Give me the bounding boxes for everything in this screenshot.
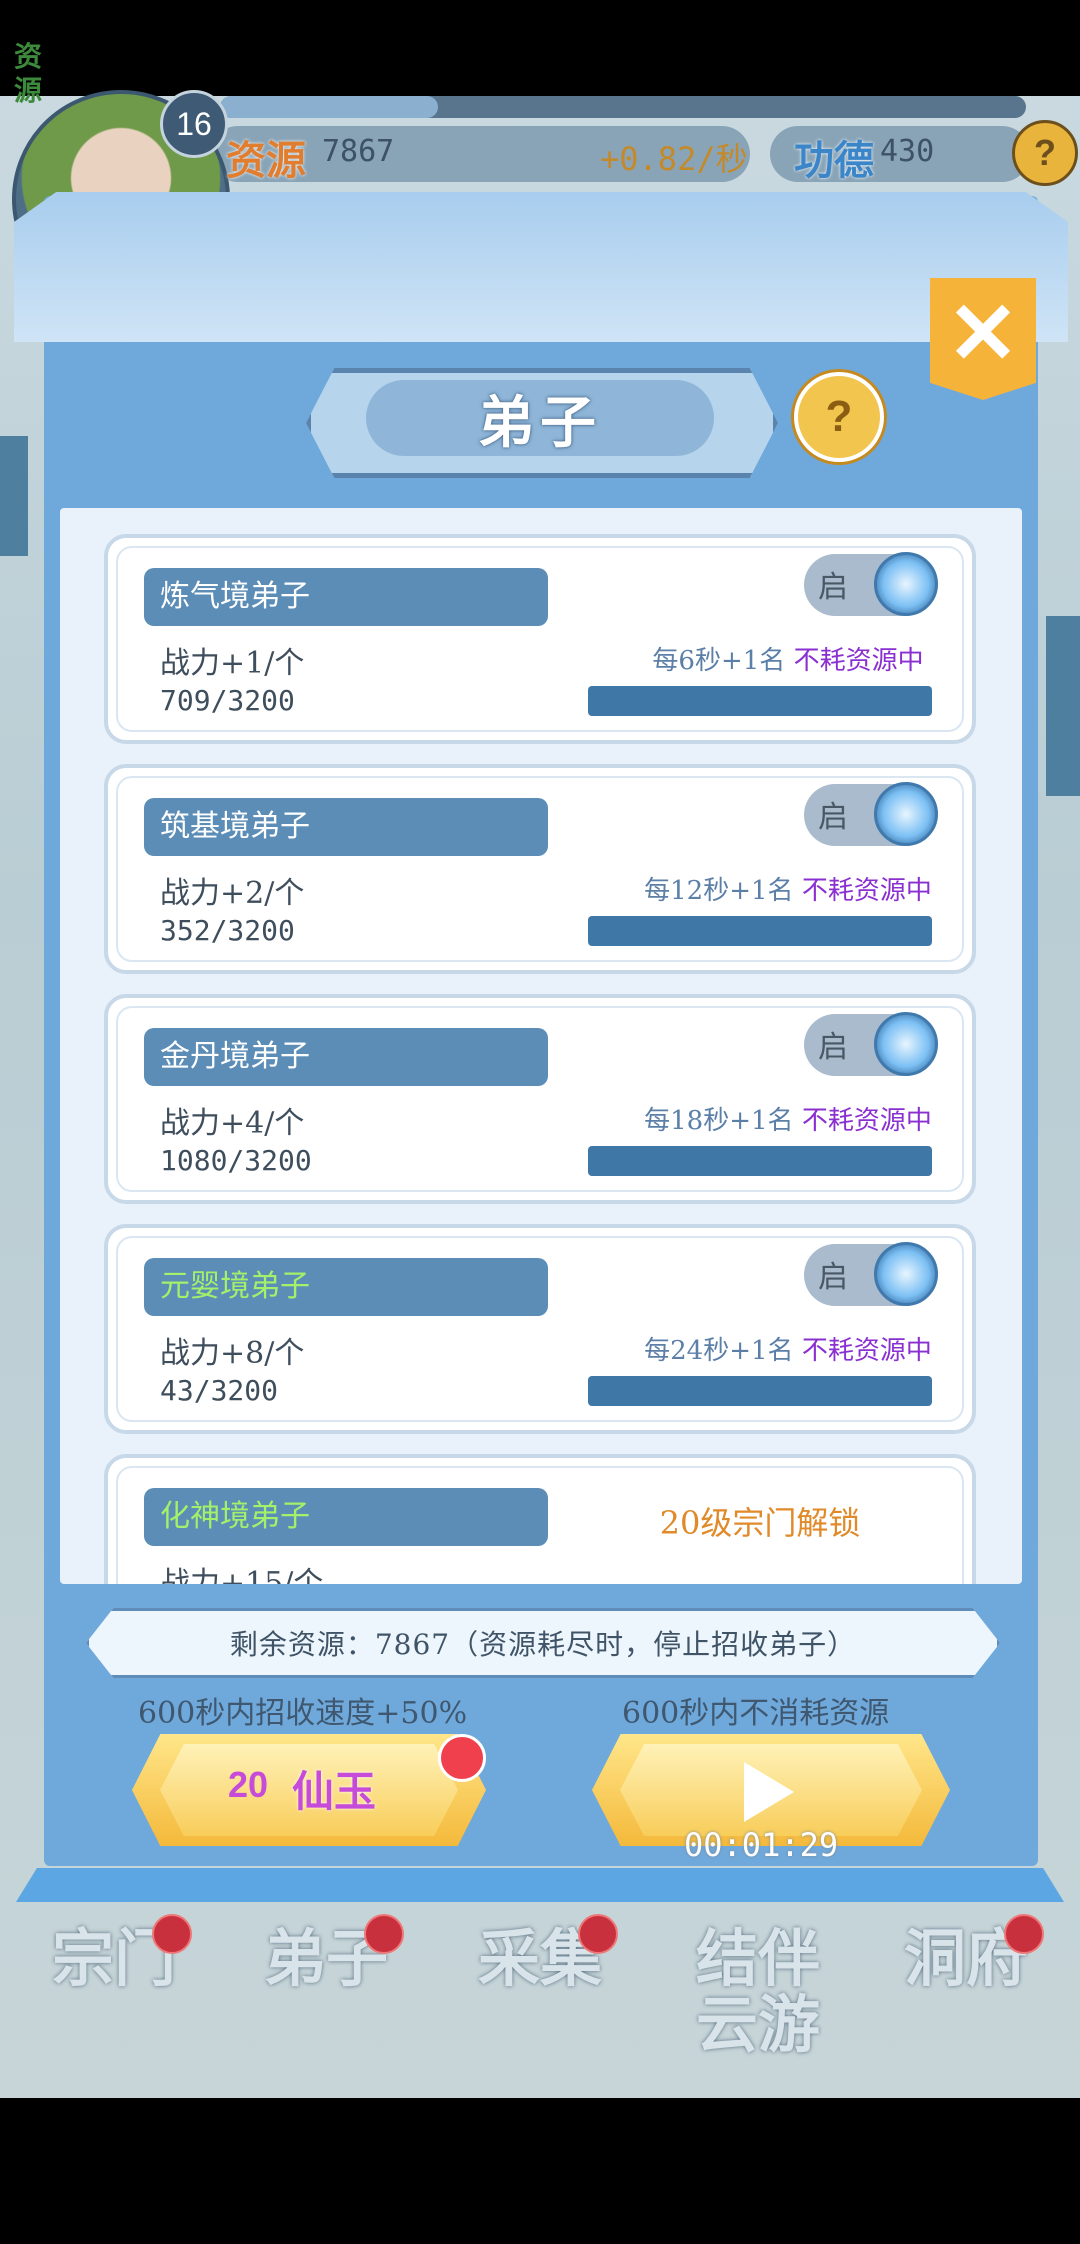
toggle-knob (874, 552, 938, 616)
rate-status: 不耗资源中 (801, 876, 932, 906)
rate-status: 不耗资源中 (801, 1106, 932, 1136)
hud-help-icon[interactable]: ? (1012, 120, 1078, 186)
resource-label: 资源 (226, 137, 306, 184)
recruit-rate: 每6秒+1名 不耗资源中 (608, 640, 968, 677)
nav-disciple-button[interactable]: 弟子 (252, 1914, 404, 2072)
toggle-label: 启 (818, 800, 848, 835)
nav-cave-button[interactable]: 洞府 (892, 1914, 1044, 2072)
nav-gather-button[interactable]: 采集 (466, 1914, 618, 2072)
disciple-card-zhuji: 筑基境弟子 战力+2/个 352/3200 启 每12秒+1名 不耗资源中 (104, 764, 976, 974)
side-decoration (1046, 616, 1080, 796)
rate-text: 每18秒+1名 (644, 1106, 794, 1136)
notification-dot (364, 1914, 404, 1954)
disciple-count: 1080/3200 (160, 1144, 312, 1177)
level-badge: 16 (160, 90, 228, 158)
disciple-count: 352/3200 (160, 914, 295, 947)
free-boost-label: 600秒内不消耗资源 (622, 1696, 890, 1731)
rate-status: 不耗资源中 (801, 1336, 932, 1366)
disciple-list[interactable]: 炼气境弟子 战力+1/个 709/3200 启 每6秒+1名 不耗资源中 筑基境… (60, 508, 1022, 1584)
modal-header-band (14, 192, 1068, 342)
recruit-progress-bar (588, 1146, 932, 1176)
notification-dot (438, 1734, 486, 1782)
experience-bar (220, 96, 1026, 118)
nav-travel-button[interactable]: 结伴云游 (678, 1918, 838, 2072)
disciple-power: 战力+1/个 (160, 646, 305, 681)
play-icon (744, 1762, 794, 1822)
nav-label: 结伴云游 (695, 1922, 820, 2061)
currency-label: 仙玉 (292, 1767, 377, 1816)
merit-value: 430 (880, 134, 935, 169)
remaining-resource-banner: 剩余资源：7867（资源耗尽时，停止招收弟子） (86, 1608, 1000, 1678)
recruit-rate: 每12秒+1名 不耗资源中 (608, 870, 968, 907)
recruit-toggle[interactable]: 启 (804, 1012, 938, 1076)
recruit-progress-bar (588, 1376, 932, 1406)
speed-boost-button[interactable]: 20 仙玉 (132, 1734, 486, 1846)
modal-title: 弟子 (478, 389, 602, 456)
toggle-label: 启 (818, 570, 848, 605)
unlock-requirement: 20级宗门解锁 (659, 1504, 861, 1542)
recruit-rate: 每18秒+1名 不耗资源中 (608, 1100, 968, 1137)
disciple-power: 战力+15/个 (160, 1566, 324, 1584)
disciple-name: 炼气境弟子 (144, 568, 548, 626)
disciple-name: 元婴境弟子 (144, 1258, 548, 1316)
help-icon[interactable]: ? (794, 372, 884, 462)
toggle-knob (874, 782, 938, 846)
disciple-card-yuanying: 元婴境弟子 战力+8/个 43/3200 启 每24秒+1名 不耗资源中 (104, 1224, 976, 1434)
disciple-card-jindan: 金丹境弟子 战力+4/个 1080/3200 启 每18秒+1名 不耗资源中 (104, 994, 976, 1204)
speed-boost-label: 600秒内招收速度+50% (138, 1696, 468, 1731)
rate-text: 每12秒+1名 (644, 876, 794, 906)
price: 20 (228, 1764, 269, 1805)
rate-text: 每6秒+1名 (652, 646, 786, 676)
toggle-knob (874, 1012, 938, 1076)
resource-value: 7867 (322, 134, 395, 169)
disciple-count: 43/3200 (160, 1374, 279, 1407)
recruit-toggle[interactable]: 启 (804, 1242, 938, 1306)
modal-bottom-ledge (16, 1868, 1064, 1902)
side-resource-tag[interactable]: 资源 (14, 40, 52, 108)
disciple-power: 战力+8/个 (160, 1336, 305, 1371)
notification-dot (152, 1914, 192, 1954)
toggle-knob (874, 1242, 938, 1306)
toggle-label: 启 (818, 1030, 848, 1065)
disciple-power: 战力+2/个 (160, 876, 305, 911)
recruit-toggle[interactable]: 启 (804, 782, 938, 846)
rate-text: 每24秒+1名 (644, 1336, 794, 1366)
recruit-rate: 每24秒+1名 不耗资源中 (608, 1330, 968, 1367)
recruit-progress-bar (588, 916, 932, 946)
close-icon: ✕ (946, 286, 1020, 382)
cooldown-timer: 00:01:29 (684, 1826, 839, 1864)
disciple-card-lianqi: 炼气境弟子 战力+1/个 709/3200 启 每6秒+1名 不耗资源中 (104, 534, 976, 744)
notification-dot (1004, 1914, 1044, 1954)
toggle-label: 启 (818, 1260, 848, 1295)
resource-rate: +0.82/秒 (600, 140, 748, 178)
nav-sect-button[interactable]: 宗门 (40, 1914, 192, 2072)
disciple-name: 筑基境弟子 (144, 798, 548, 856)
close-button[interactable]: ✕ (930, 278, 1036, 400)
merit-label: 功德 (794, 137, 874, 184)
recruit-toggle[interactable]: 启 (804, 552, 938, 616)
recruit-progress-bar (588, 686, 932, 716)
disciple-card-huashen: 化神境弟子 战力+15/个 20级宗门解锁 (104, 1454, 976, 1584)
disciple-name: 化神境弟子 (144, 1488, 548, 1546)
notification-dot (578, 1914, 618, 1954)
disciple-power: 战力+4/个 (160, 1106, 305, 1141)
side-decoration (0, 436, 28, 556)
disciple-name: 金丹境弟子 (144, 1028, 548, 1086)
disciple-count: 709/3200 (160, 684, 295, 717)
rate-status: 不耗资源中 (793, 646, 924, 676)
experience-fill (220, 96, 438, 118)
